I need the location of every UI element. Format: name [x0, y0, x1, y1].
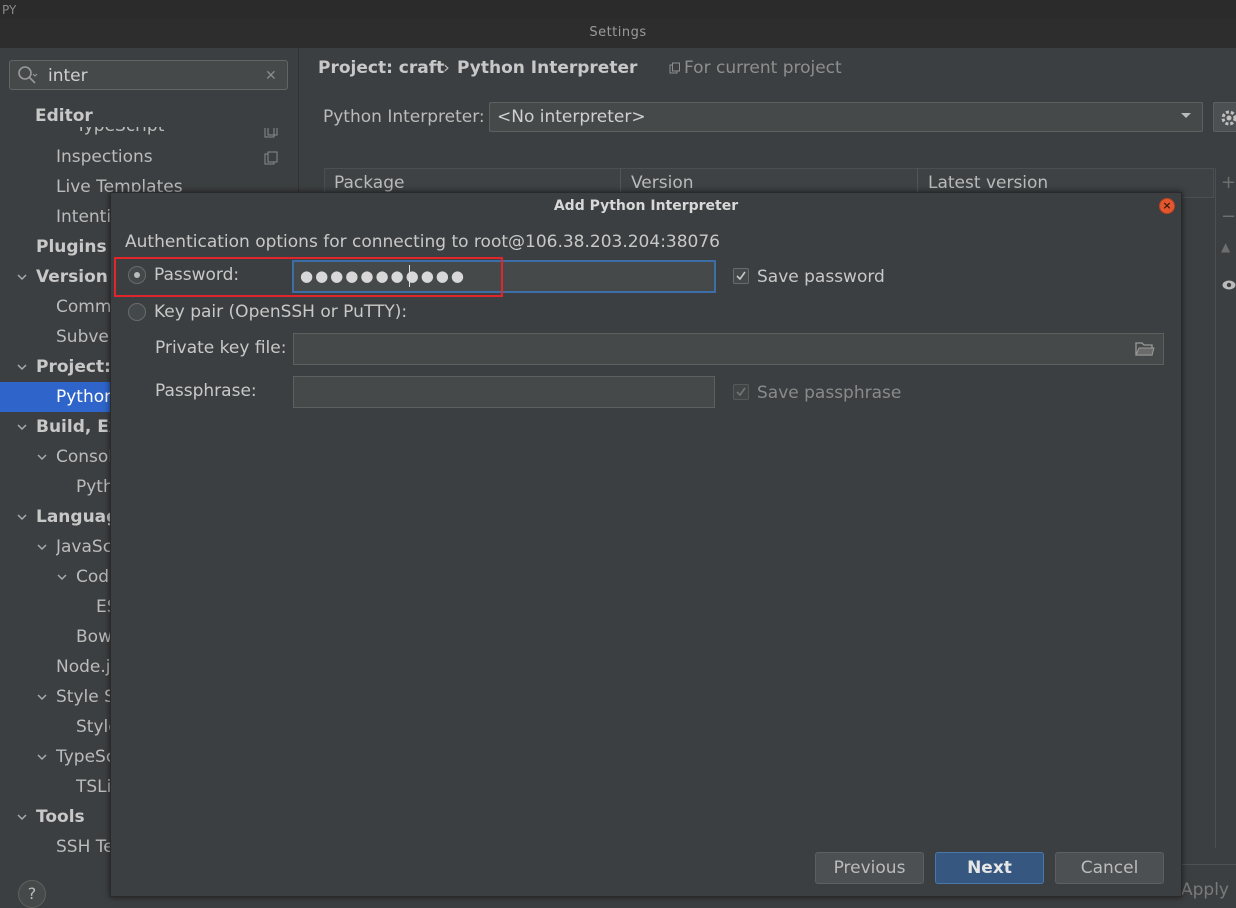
project-scope-icon — [669, 62, 680, 74]
footer-divider — [1180, 864, 1236, 865]
remove-package-icon[interactable]: − — [1221, 206, 1236, 227]
breadcrumb-project: Project: craft — [318, 58, 445, 78]
sidebar-item-build-execution[interactable]: Build, Execution, Deployment — [36, 412, 110, 442]
private-key-field[interactable] — [293, 333, 1164, 365]
sidebar-item-editor[interactable]: Editor — [35, 101, 285, 131]
sidebar-item-eslint[interactable]: ESLint — [96, 592, 110, 622]
sidebar-item-ssh-terminal[interactable]: SSH Terminal — [56, 832, 110, 862]
chevron-down-icon[interactable] — [37, 752, 47, 762]
chevron-down-icon[interactable] — [37, 542, 47, 552]
dialog-title: Add Python Interpreter — [553, 198, 739, 214]
save-passphrase-checkbox[interactable] — [733, 384, 749, 400]
help-button[interactable]: ? — [18, 880, 46, 908]
scope-label: For current project — [684, 58, 842, 78]
clear-search-icon[interactable]: ✕ — [265, 62, 277, 90]
save-password-label: Save password — [757, 267, 885, 287]
interpreter-value: <No interpreter> — [497, 107, 646, 127]
sidebar-item-python-console[interactable]: Python Console — [76, 472, 110, 502]
dialog-close-button[interactable]: × — [1159, 198, 1175, 214]
eye-icon[interactable] — [1222, 279, 1236, 291]
chevron-down-icon[interactable] — [17, 422, 27, 432]
sidebar-item-code-quality[interactable]: Code Quality Tools — [76, 562, 110, 592]
cancel-button[interactable]: Cancel — [1055, 852, 1164, 884]
sidebar-item-stylelint[interactable]: Stylelint — [76, 712, 110, 742]
next-button[interactable]: Next — [935, 852, 1044, 884]
sidebar-item-project[interactable]: Project: craft — [36, 352, 110, 382]
sidebar-item-subversion[interactable]: Subversion — [56, 322, 110, 352]
sidebar-item-bower[interactable]: Bower — [76, 622, 110, 652]
sidebar-item-python-interpreter[interactable]: Python Interpreter — [56, 382, 110, 412]
apply-button[interactable]: Apply — [1181, 880, 1229, 900]
sidebar-item-version-control[interactable]: Version Control — [36, 262, 110, 292]
sidebar-item-inspections[interactable]: Inspections — [56, 142, 256, 172]
sidebar-item-languages[interactable]: Languages & Frameworks — [36, 502, 110, 532]
top-strip — [0, 0, 1236, 18]
sidebar-item-tslint[interactable]: TSLint — [76, 772, 110, 802]
chevron-down-icon[interactable] — [17, 272, 27, 282]
save-password-checkbox[interactable] — [733, 268, 749, 284]
add-interpreter-dialog — [110, 192, 1182, 897]
project-scope-icon — [264, 151, 278, 165]
sidebar-item-console[interactable]: Console — [56, 442, 110, 472]
sidebar-item-javascript[interactable]: JavaScript — [56, 532, 110, 562]
folder-icon[interactable] — [1135, 341, 1155, 357]
sidebar-item-tools[interactable]: Tools — [36, 802, 110, 832]
chevron-down-icon[interactable] — [17, 812, 27, 822]
chevron-down-icon[interactable] — [17, 512, 27, 522]
interpreter-label: Python Interpreter: — [323, 107, 485, 127]
table-toolbar — [1215, 168, 1236, 848]
previous-button[interactable]: Previous — [815, 852, 924, 884]
upgrade-package-icon[interactable]: ▲ — [1221, 240, 1230, 254]
keypair-radio[interactable] — [128, 303, 146, 321]
window-title: Settings — [589, 25, 647, 40]
passphrase-field[interactable] — [293, 376, 715, 408]
chevron-down-icon[interactable] — [37, 692, 47, 702]
interpreter-settings-button[interactable] — [1213, 102, 1236, 132]
checkmark-icon — [736, 387, 746, 397]
save-passphrase-label: Save passphrase — [757, 383, 902, 403]
page-title: Python Interpreter — [457, 58, 638, 78]
sidebar-item-nodejs[interactable]: Node.js — [56, 652, 110, 682]
checkmark-icon — [736, 271, 746, 281]
auth-options-label: Authentication options for connecting to… — [125, 232, 720, 252]
chevron-down-icon[interactable] — [37, 452, 47, 462]
sidebar-item-commit[interactable]: Commit — [56, 292, 110, 322]
annotation-highlight — [114, 257, 503, 297]
sidebar-item-plugins[interactable]: Plugins — [36, 232, 110, 262]
sidebar-item-typescript[interactable]: TypeScript — [56, 742, 110, 772]
chevron-down-icon[interactable] — [57, 572, 67, 582]
sidebar-item-intentions[interactable]: Intentions — [56, 202, 110, 232]
chevron-down-icon[interactable] — [17, 362, 27, 372]
search-value: inter — [48, 66, 88, 86]
dropdown-arrow-icon[interactable] — [1180, 112, 1192, 120]
passphrase-label: Passphrase: — [155, 381, 257, 401]
app-label: PY — [2, 3, 17, 17]
sidebar-item-style-sheets[interactable]: Style Sheets — [56, 682, 110, 712]
private-key-label: Private key file: — [155, 338, 287, 358]
search-icon — [18, 66, 38, 84]
add-package-icon[interactable]: + — [1221, 172, 1236, 193]
close-icon: × — [1162, 199, 1172, 212]
gear-icon — [1221, 110, 1236, 126]
keypair-label: Key pair (OpenSSH or PuTTY): — [154, 302, 408, 322]
breadcrumb-separator: › — [443, 58, 450, 78]
